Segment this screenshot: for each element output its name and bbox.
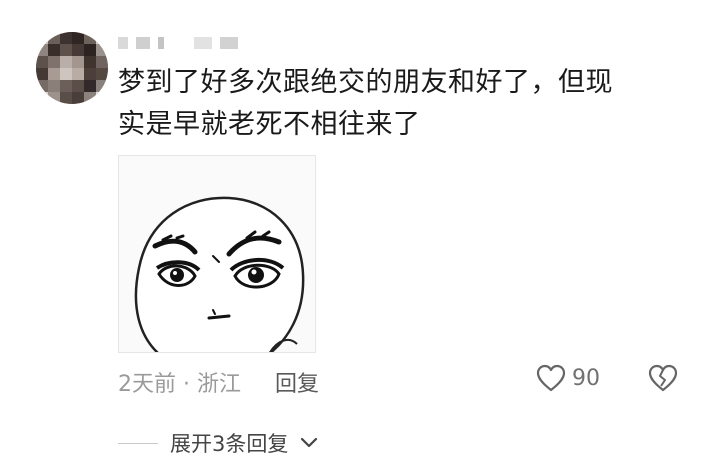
like-button[interactable]: 90 (536, 364, 600, 392)
comment-text: 梦到了好多次跟绝交的朋友和好了，但现 实是早就老死不相往来了 (118, 62, 678, 146)
comment-time-location: 2天前 · 浙江 (118, 372, 241, 397)
expand-replies-button[interactable]: 展开3条回复 (118, 428, 318, 458)
sticker-drawing (134, 196, 305, 352)
comment-line-2: 实是早就老死不相往来了 (118, 109, 421, 140)
comment-line-1: 梦到了好多次跟绝交的朋友和好了，但现 (118, 67, 613, 98)
chevron-down-icon (301, 437, 318, 448)
expand-replies-label: 展开3条回复 (170, 432, 289, 456)
like-count: 90 (572, 365, 600, 391)
heart-outline-icon (536, 364, 566, 392)
expand-divider (118, 442, 158, 444)
username[interactable] (118, 34, 238, 52)
broken-heart-icon (648, 364, 678, 392)
comment-meta: 2天前 · 浙江 回复 (118, 366, 319, 398)
grumpy-face-sticker[interactable] (118, 155, 316, 353)
avatar[interactable] (36, 32, 108, 104)
dislike-button[interactable] (648, 364, 678, 396)
reply-button[interactable]: 回复 (275, 366, 319, 398)
